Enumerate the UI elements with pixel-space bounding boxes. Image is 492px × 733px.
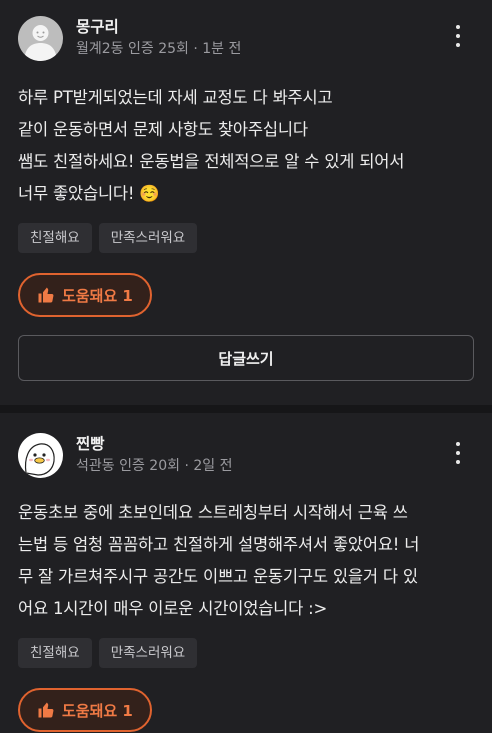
thumbs-up-icon bbox=[38, 287, 54, 303]
review-tag: 친절해요 bbox=[18, 638, 92, 668]
user-avatar[interactable] bbox=[18, 15, 63, 61]
review-text: 하루 PT받게되었는데 자세 교정도 다 봐주시고 같이 운동하면서 문제 사항… bbox=[18, 88, 405, 203]
review-tag: 친절해요 bbox=[18, 223, 92, 253]
more-options-icon[interactable] bbox=[450, 22, 466, 50]
helpful-button[interactable]: 도움돼요 1 bbox=[18, 688, 152, 732]
user-name[interactable]: 찐빵 bbox=[76, 434, 232, 454]
user-name[interactable]: 몽구리 bbox=[76, 17, 241, 37]
review-tags: 친절해요 만족스러워요 bbox=[18, 223, 474, 253]
user-meta: 몽구리 월계2동 인증 25회 · 1분 전 bbox=[76, 17, 241, 59]
thumbs-up-icon bbox=[38, 702, 54, 718]
review-text: 운동초보 중에 초보인데요 스트레칭부터 시작해서 근육 쓰 는법 등 엄청 꼼… bbox=[18, 503, 420, 618]
review-tag: 만족스러워요 bbox=[98, 223, 198, 253]
user-location-time: 석관동 인증 20회 · 2일 전 bbox=[76, 458, 233, 474]
user-location-time: 월계2동 인증 25회 · 1분 전 bbox=[76, 41, 242, 57]
helpful-count-label: 도움돼요 1 bbox=[62, 701, 133, 720]
default-person-avatar-icon bbox=[18, 15, 63, 61]
user-avatar[interactable] bbox=[18, 432, 63, 478]
reply-button[interactable]: 답글쓰기 bbox=[18, 335, 474, 381]
review-tags: 친절해요 만족스러워요 bbox=[18, 638, 474, 668]
review-card: 찐빵 석관동 인증 20회 · 2일 전 운동초보 중에 초보인데요 스트레칭부… bbox=[0, 425, 492, 732]
user-meta: 찐빵 석관동 인증 20회 · 2일 전 bbox=[76, 434, 232, 476]
section-divider bbox=[0, 405, 492, 413]
review-tag: 만족스러워요 bbox=[98, 638, 198, 668]
helpful-count-label: 도움돼요 1 bbox=[62, 286, 133, 305]
review-card: 몽구리 월계2동 인증 25회 · 1분 전 하루 PT받게되었는데 자세 교정… bbox=[0, 8, 492, 405]
more-options-icon[interactable] bbox=[450, 439, 466, 467]
review-header: 몽구리 월계2동 인증 25회 · 1분 전 bbox=[18, 8, 474, 68]
review-header: 찐빵 석관동 인증 20회 · 2일 전 bbox=[18, 425, 474, 485]
helpful-button[interactable]: 도움돼요 1 bbox=[18, 273, 152, 317]
duck-avatar-icon bbox=[18, 432, 63, 478]
